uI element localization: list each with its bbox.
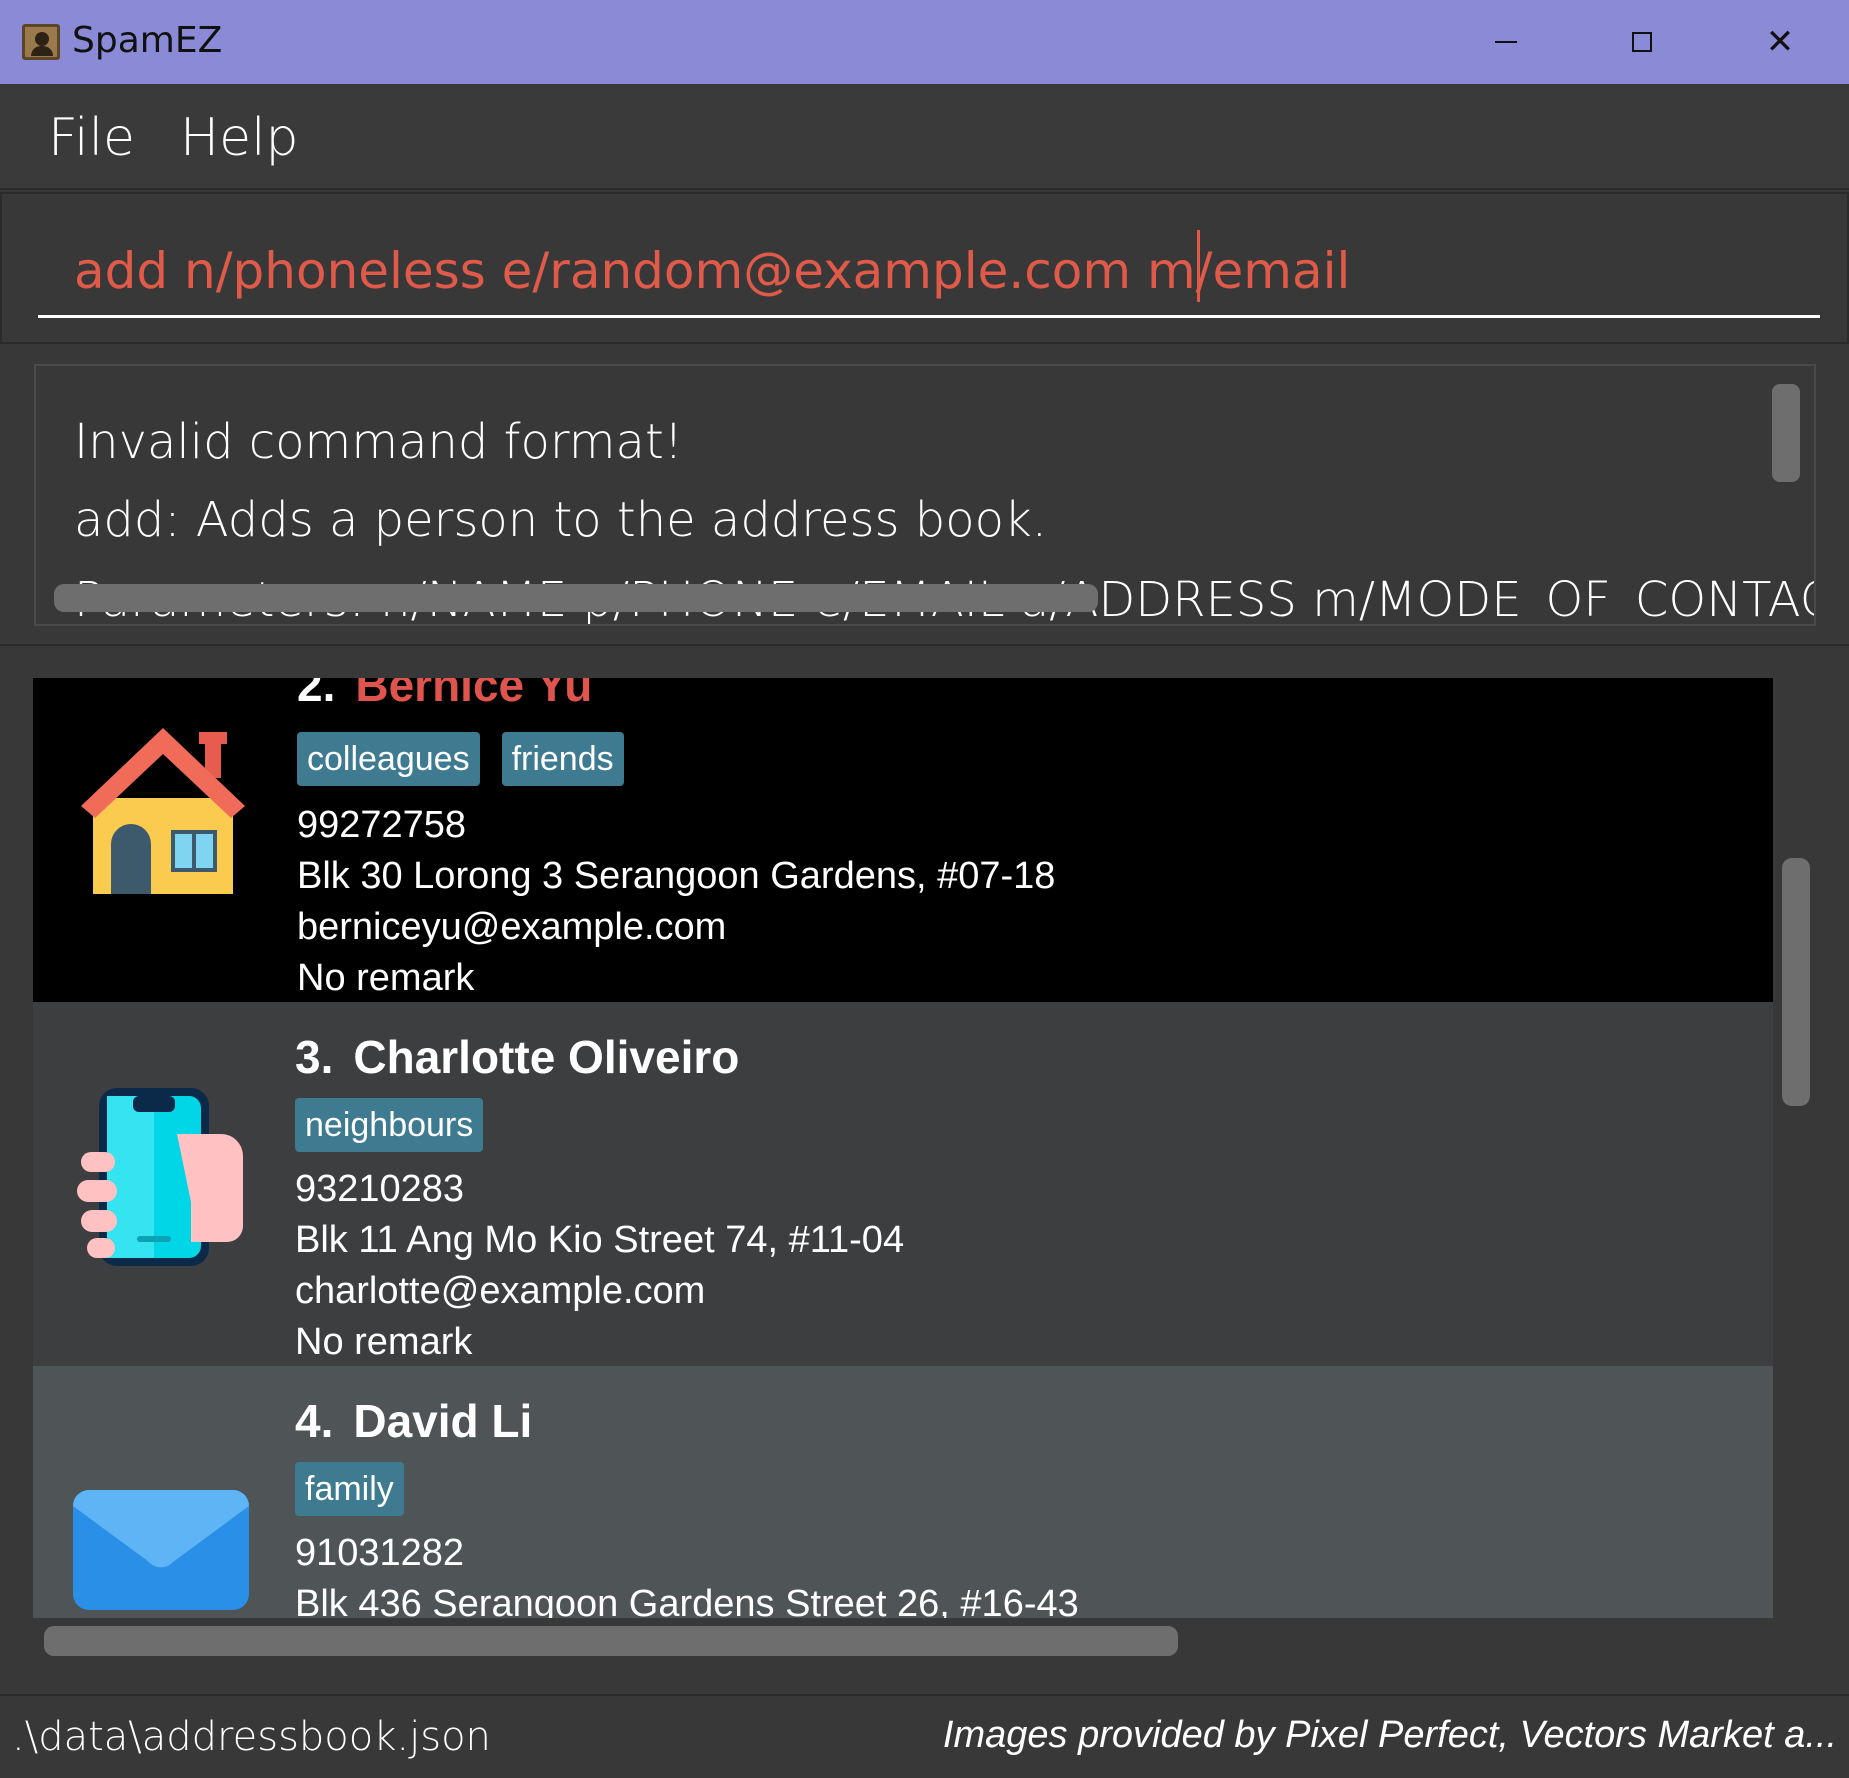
command-box <box>0 192 1849 344</box>
person-remark: No remark <box>295 1321 473 1363</box>
tag-list: family <box>295 1462 404 1516</box>
person-card[interactable]: 4. David Li family 91031282 Blk 436 Seran… <box>33 1366 1773 1618</box>
person-address: Blk 30 Lorong 3 Serangoon Gardens, #07-1… <box>297 855 1056 897</box>
house-icon <box>81 728 245 894</box>
maximize-icon <box>1632 32 1652 52</box>
command-input[interactable] <box>38 226 1820 318</box>
person-name: David Li <box>353 1395 533 1447</box>
list-horizontal-scrollbar[interactable] <box>44 1626 1178 1656</box>
person-email: charlotte@example.com <box>295 1270 706 1312</box>
person-list: 2. Bernice Yu colleagues friends 99272758… <box>33 678 1773 1618</box>
address-book-icon <box>22 24 60 60</box>
tag: friends <box>501 732 624 786</box>
tag-list: neighbours <box>295 1098 484 1152</box>
minimize-button[interactable] <box>1476 18 1536 66</box>
person-email: berniceyu@example.com <box>297 906 727 948</box>
person-phone: 99272758 <box>297 804 467 846</box>
person-card[interactable]: 2. Bernice Yu colleagues friends 99272758… <box>33 678 1773 1002</box>
person-list-panel: 2. Bernice Yu colleagues friends 99272758… <box>0 648 1849 1694</box>
tag: colleagues <box>297 732 480 786</box>
tag: family <box>295 1462 404 1516</box>
person-phone: 91031282 <box>295 1532 465 1574</box>
menu-file[interactable]: File <box>48 108 135 168</box>
person-index: 2. <box>297 678 336 711</box>
close-icon: ✕ <box>1765 22 1795 62</box>
list-vertical-scrollbar[interactable] <box>1782 858 1810 1106</box>
result-line: add: Adds a person to the address book. <box>74 492 1048 548</box>
tag-list: colleagues friends <box>297 732 624 786</box>
person-title: 2. Bernice Yu <box>297 678 592 712</box>
person-phone: 93210283 <box>295 1168 465 1210</box>
status-bar: .\data\addressbook.json Images provided … <box>0 1694 1849 1778</box>
person-name: Charlotte Oliveiro <box>353 1031 740 1083</box>
person-index: 4. <box>295 1395 334 1447</box>
text-caret <box>1197 230 1200 302</box>
person-address: Blk 436 Serangoon Gardens Street 26, #16… <box>295 1583 1079 1618</box>
menu-bar: File Help <box>0 84 1849 190</box>
person-title: 4. David Li <box>295 1394 532 1448</box>
window-title: SpamEZ <box>72 20 223 61</box>
result-vertical-scrollbar[interactable] <box>1772 384 1800 482</box>
menu-help[interactable]: Help <box>180 108 299 168</box>
phone-in-hand-icon <box>77 1088 243 1266</box>
result-line: Invalid command format! <box>74 414 684 470</box>
envelope-icon <box>73 1490 249 1610</box>
person-name: Bernice Yu <box>355 678 593 711</box>
result-horizontal-scrollbar[interactable] <box>54 584 1098 612</box>
save-location: .\data\addressbook.json <box>12 1714 491 1760</box>
person-card[interactable]: 3. Charlotte Oliveiro neighbours 93210283… <box>33 1002 1773 1366</box>
maximize-button[interactable] <box>1612 18 1672 66</box>
tag: neighbours <box>295 1098 484 1152</box>
title-bar: SpamEZ ✕ <box>0 0 1849 84</box>
person-index: 3. <box>295 1031 334 1083</box>
person-title: 3. Charlotte Oliveiro <box>295 1030 739 1084</box>
minimize-icon <box>1495 41 1517 43</box>
person-address: Blk 11 Ang Mo Kio Street 74, #11-04 <box>295 1219 905 1261</box>
image-credits: Images provided by Pixel Perfect, Vector… <box>942 1714 1837 1756</box>
person-remark: No remark <box>297 957 475 999</box>
close-button[interactable]: ✕ <box>1750 18 1810 66</box>
